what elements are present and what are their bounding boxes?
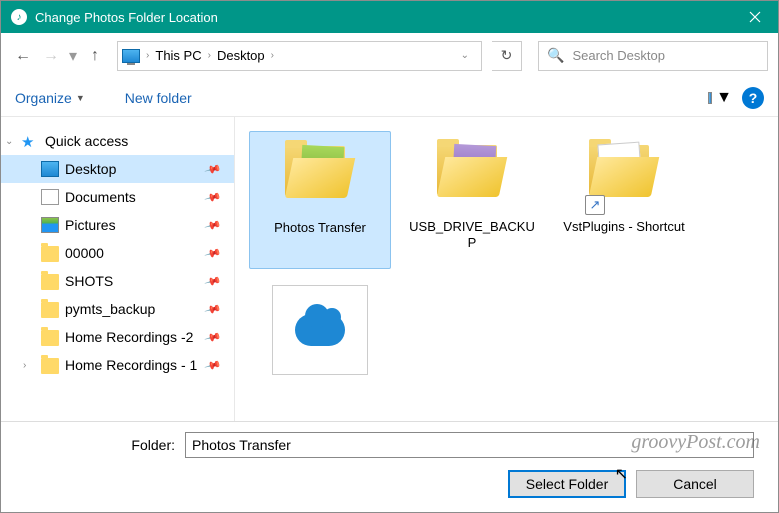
- breadcrumb-root[interactable]: This PC: [151, 48, 205, 63]
- sidebar-item-desktop[interactable]: Desktop 📌: [1, 155, 234, 183]
- file-list[interactable]: Photos Transfer USB_DRIVE_BACKUP ↗ VstPl…: [235, 117, 778, 421]
- sidebar-item-label: SHOTS: [65, 273, 113, 289]
- item-label: Photos Transfer: [274, 220, 366, 236]
- organize-label: Organize: [15, 90, 72, 106]
- expand-icon[interactable]: ⌄: [5, 136, 13, 147]
- cancel-button[interactable]: Cancel: [636, 470, 754, 498]
- sidebar-item-folder[interactable]: 00000 📌: [1, 239, 234, 267]
- folder-icon: [41, 246, 59, 262]
- sidebar-item-label: Documents: [65, 189, 136, 205]
- sidebar-item-label: 00000: [65, 245, 104, 261]
- close-button[interactable]: [732, 1, 778, 33]
- search-placeholder: Search Desktop: [572, 48, 665, 63]
- this-pc-icon: [122, 49, 140, 63]
- pin-icon: 📌: [204, 160, 222, 178]
- explorer-body: ⌄ ★ Quick access Desktop 📌 Documents 📌 P…: [1, 117, 778, 422]
- folder-icon: [41, 274, 59, 290]
- pin-icon: 📌: [204, 188, 222, 206]
- new-folder-label: New folder: [125, 90, 192, 106]
- navigation-pane[interactable]: ⌄ ★ Quick access Desktop 📌 Documents 📌 P…: [1, 117, 235, 421]
- close-icon: [749, 11, 761, 23]
- onedrive-item[interactable]: [249, 279, 391, 381]
- sidebar-item-label: pymts_backup: [65, 301, 155, 317]
- sidebar-item-folder[interactable]: › Home Recordings - 1 📌: [1, 351, 234, 379]
- folder-item-vstplugins-shortcut[interactable]: ↗ VstPlugins - Shortcut: [553, 131, 695, 269]
- folder-thumbnail: [433, 137, 511, 215]
- shortcut-arrow-icon: ↗: [585, 195, 605, 215]
- help-button[interactable]: ?: [742, 87, 764, 109]
- onedrive-thumbnail: [272, 285, 368, 375]
- pin-icon: 📌: [204, 328, 222, 346]
- folder-thumbnail: ↗: [585, 137, 663, 215]
- sidebar-item-label: Pictures: [65, 217, 116, 233]
- search-input[interactable]: 🔍 Search Desktop: [538, 41, 768, 71]
- folder-thumbnail: [281, 138, 359, 216]
- folder-icon: [41, 358, 59, 374]
- pin-icon: 📌: [204, 216, 222, 234]
- sidebar-item-label: Home Recordings -2: [65, 329, 193, 345]
- select-folder-button[interactable]: Select Folder: [508, 470, 626, 498]
- app-icon: ♪: [11, 9, 27, 25]
- chevron-right-icon: ›: [206, 50, 213, 61]
- chevron-right-icon: ›: [269, 50, 276, 61]
- item-label: VstPlugins - Shortcut: [563, 219, 684, 235]
- pin-icon: 📌: [204, 244, 222, 262]
- search-icon: 🔍: [547, 47, 564, 64]
- navigation-bar: ← → ▾ ↑ › This PC › Desktop › ⌄ ↻ 🔍 Sear…: [1, 33, 778, 79]
- chevron-right-icon: ›: [144, 50, 151, 61]
- folder-icon: [41, 330, 59, 346]
- sidebar-item-label: Home Recordings - 1: [65, 357, 197, 373]
- expand-icon[interactable]: ›: [23, 360, 26, 371]
- address-bar[interactable]: › This PC › Desktop › ⌄: [117, 41, 482, 71]
- sidebar-item-label: Desktop: [65, 161, 116, 177]
- cloud-icon: [295, 314, 345, 346]
- view-icon: [708, 92, 712, 104]
- dialog-footer: Folder: Select Folder Cancel: [1, 422, 778, 512]
- organize-menu[interactable]: Organize ▼: [15, 90, 85, 106]
- pictures-icon: [41, 217, 59, 233]
- view-options-button[interactable]: ▼: [708, 88, 732, 108]
- back-button[interactable]: ←: [11, 44, 35, 68]
- recent-dropdown[interactable]: ▾: [69, 46, 77, 66]
- sidebar-item-folder[interactable]: pymts_backup 📌: [1, 295, 234, 323]
- pin-icon: 📌: [204, 356, 222, 374]
- chevron-down-icon: ▼: [716, 89, 732, 107]
- command-bar: Organize ▼ New folder ▼ ?: [1, 79, 778, 117]
- dialog-buttons: Select Folder Cancel: [15, 470, 764, 498]
- forward-button[interactable]: →: [39, 44, 63, 68]
- sidebar-item-pictures[interactable]: Pictures 📌: [1, 211, 234, 239]
- star-icon: ★: [21, 133, 39, 149]
- folder-icon: [41, 302, 59, 318]
- new-folder-button[interactable]: New folder: [125, 90, 192, 106]
- folder-label: Folder:: [15, 437, 185, 453]
- breadcrumb-leaf[interactable]: Desktop: [213, 48, 269, 63]
- quick-access-node[interactable]: ⌄ ★ Quick access: [1, 127, 234, 155]
- sidebar-item-documents[interactable]: Documents 📌: [1, 183, 234, 211]
- pin-icon: 📌: [204, 272, 222, 290]
- pin-icon: 📌: [204, 300, 222, 318]
- refresh-button[interactable]: ↻: [492, 41, 522, 71]
- sidebar-item-folder[interactable]: SHOTS 📌: [1, 267, 234, 295]
- folder-name-input[interactable]: [185, 432, 754, 458]
- item-label: USB_DRIVE_BACKUP: [407, 219, 537, 252]
- document-icon: [41, 189, 59, 205]
- window-title: Change Photos Folder Location: [35, 10, 732, 25]
- quick-access-label: Quick access: [45, 133, 128, 149]
- titlebar: ♪ Change Photos Folder Location: [1, 1, 778, 33]
- folder-name-row: Folder:: [15, 432, 764, 458]
- chevron-down-icon: ▼: [76, 93, 85, 103]
- desktop-icon: [41, 161, 59, 177]
- folder-item-photos-transfer[interactable]: Photos Transfer: [249, 131, 391, 269]
- folder-item-usb-backup[interactable]: USB_DRIVE_BACKUP: [401, 131, 543, 269]
- up-button[interactable]: ↑: [83, 44, 107, 68]
- dialog-window: ♪ Change Photos Folder Location ← → ▾ ↑ …: [0, 0, 779, 513]
- address-dropdown[interactable]: ⌄: [453, 50, 477, 61]
- sidebar-item-folder[interactable]: Home Recordings -2 📌: [1, 323, 234, 351]
